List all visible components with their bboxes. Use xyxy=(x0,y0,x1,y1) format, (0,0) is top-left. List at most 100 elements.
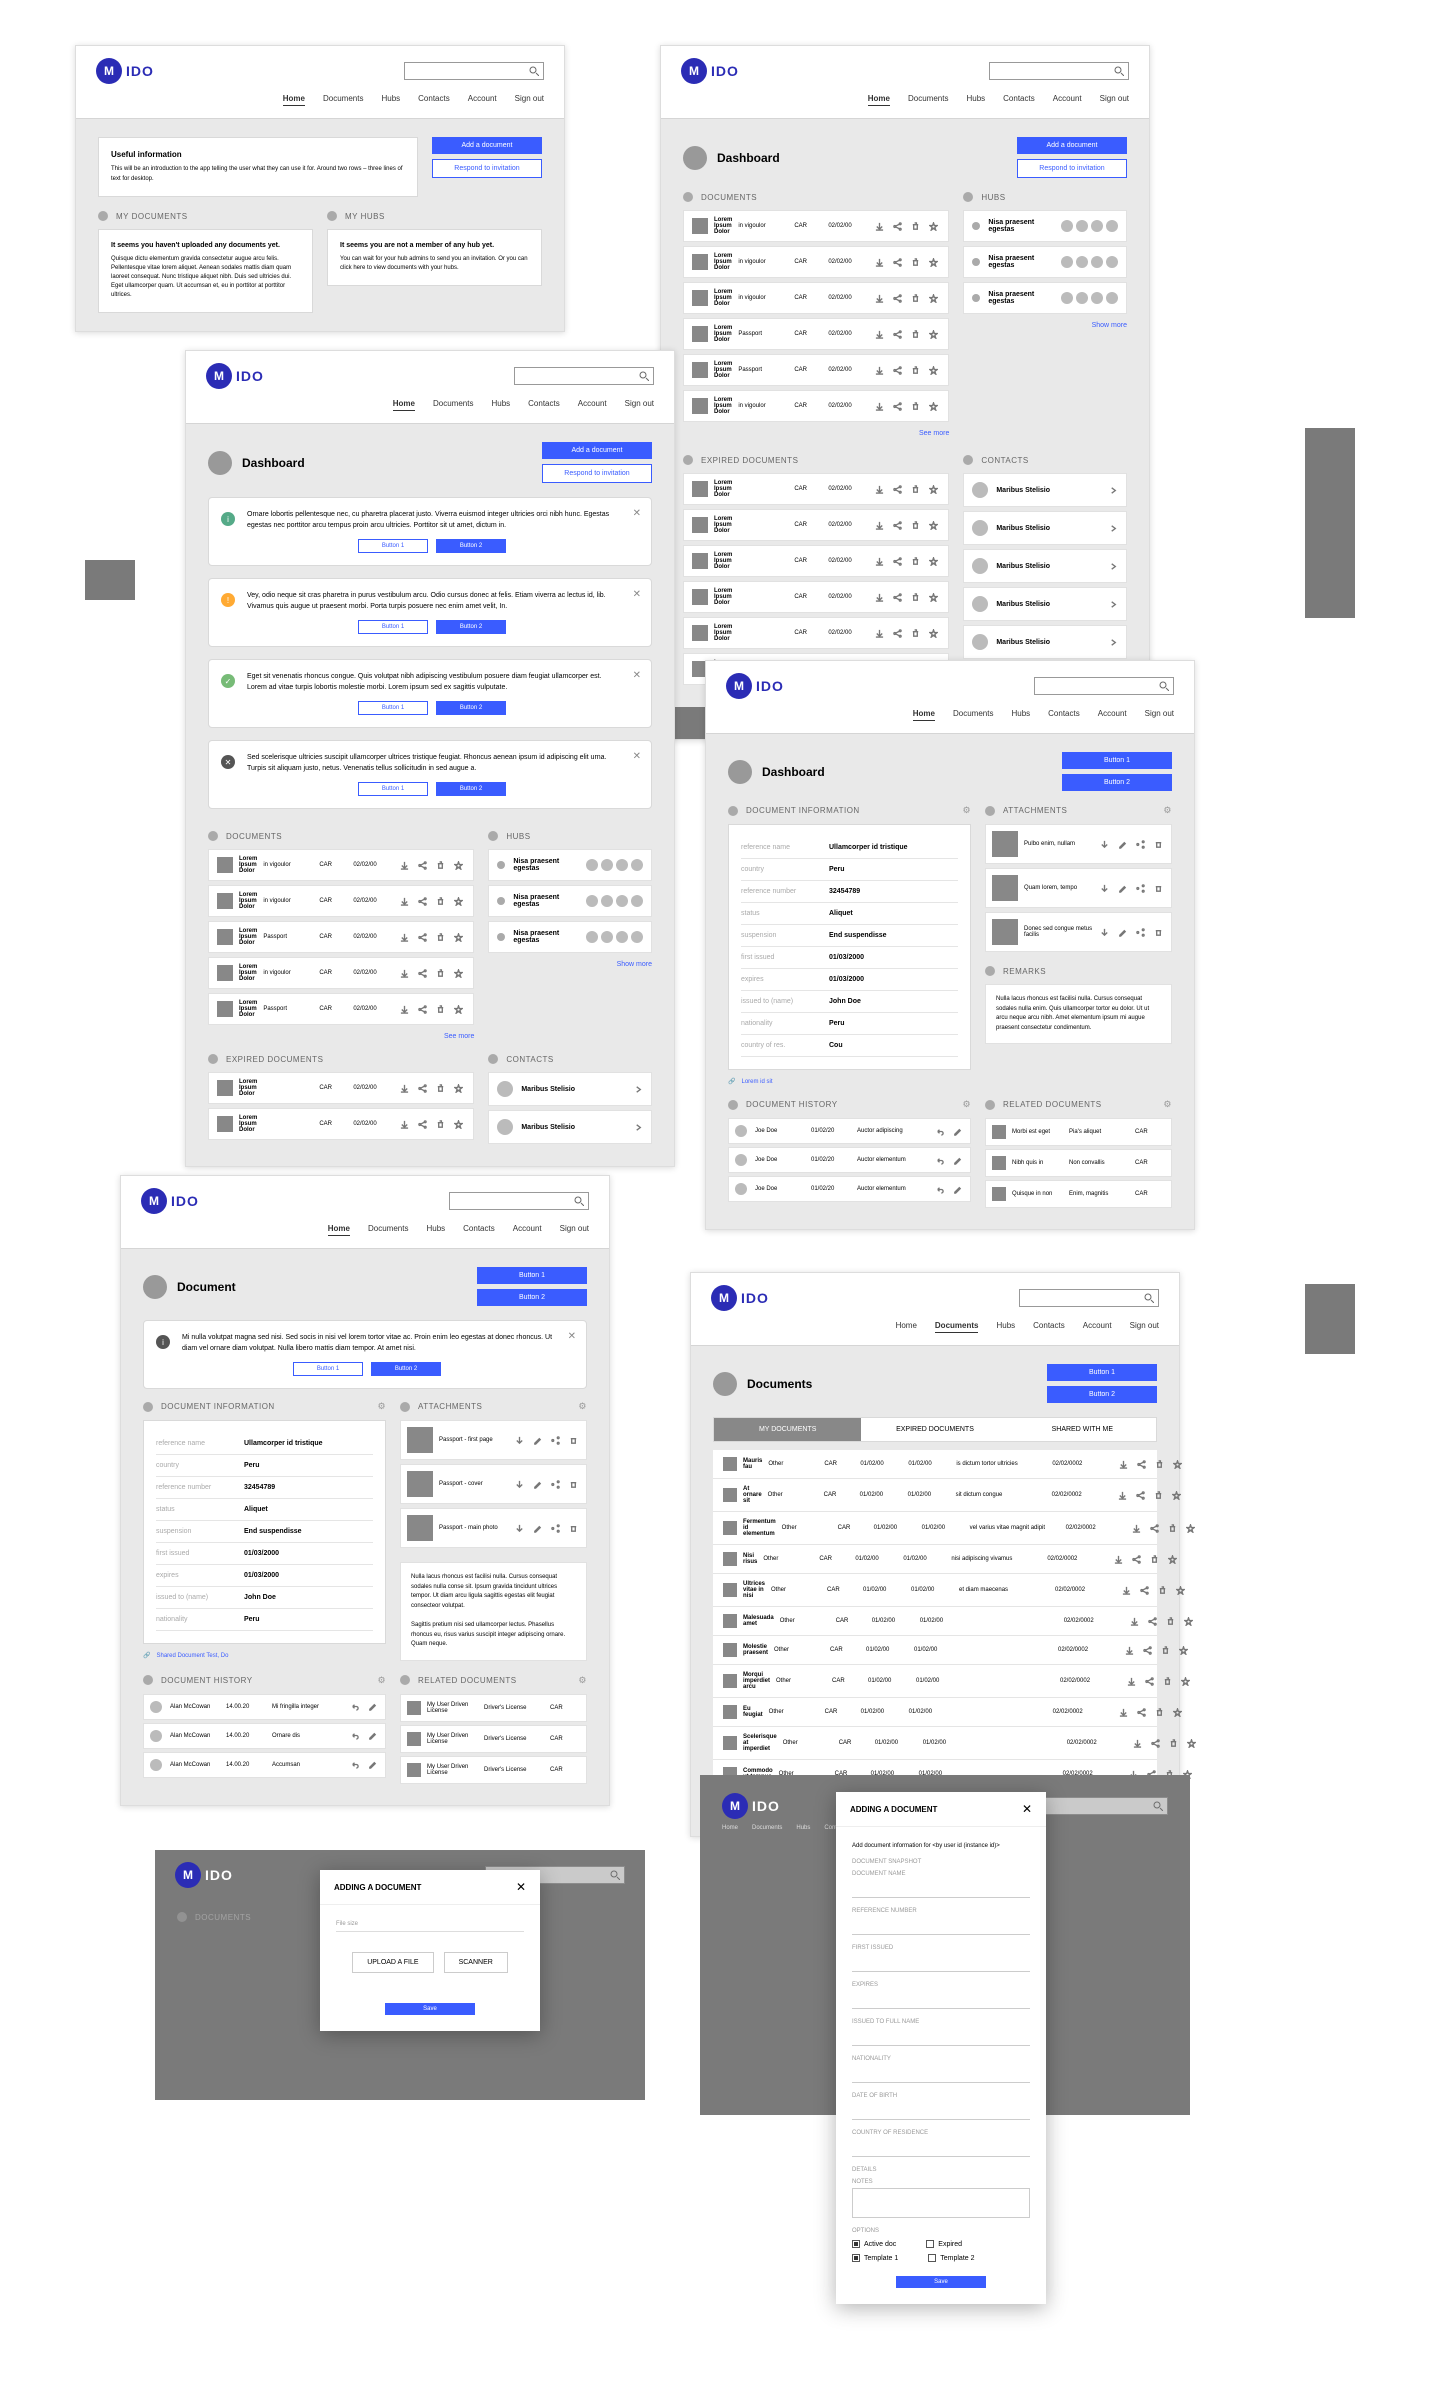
download-icon[interactable] xyxy=(874,556,884,566)
radio-template-1[interactable]: Template 1 xyxy=(852,2254,898,2262)
share-icon[interactable] xyxy=(1144,1676,1154,1686)
button-1[interactable]: Button 1 xyxy=(1062,752,1172,769)
share-icon[interactable] xyxy=(417,1004,427,1014)
nav-account[interactable]: Account xyxy=(513,1224,542,1236)
trash-icon[interactable] xyxy=(568,1435,578,1445)
share-icon[interactable] xyxy=(892,401,902,411)
gear-icon[interactable]: ⚙ xyxy=(962,1099,971,1110)
document-row[interactable]: Lorem Ipsum Dolor Passport CAR 02/02/00 xyxy=(683,354,949,386)
related-row[interactable]: My User Driven License Driver's License … xyxy=(400,1694,587,1722)
undo-icon[interactable] xyxy=(349,1702,359,1712)
text-input[interactable] xyxy=(852,1991,1030,2009)
gear-icon[interactable]: ⚙ xyxy=(1163,805,1172,816)
contact-row[interactable]: Maribus Stelisio xyxy=(488,1072,652,1106)
trash-icon[interactable] xyxy=(1160,1645,1170,1655)
trash-icon[interactable] xyxy=(910,520,920,530)
related-row[interactable]: My User Driven License Driver's License … xyxy=(400,1725,587,1753)
form-field[interactable]: EXPIRES xyxy=(852,1982,1030,2009)
form-field[interactable]: REFERENCE NUMBER xyxy=(852,1908,1030,1935)
trash-icon[interactable] xyxy=(1153,839,1163,849)
edit-icon[interactable] xyxy=(532,1523,542,1533)
undo-icon[interactable] xyxy=(934,1184,944,1194)
star-icon[interactable] xyxy=(1178,1645,1188,1655)
trash-icon[interactable] xyxy=(910,221,920,231)
download-icon[interactable] xyxy=(1113,1554,1123,1564)
document-row[interactable]: Lorem Ipsum Dolor in vigoulor CAR 02/02/… xyxy=(208,885,474,917)
attachment-row[interactable]: Passport - first page xyxy=(400,1420,587,1460)
edit-icon[interactable] xyxy=(367,1702,377,1712)
linked-docs[interactable]: 🔗 Lorem id sit xyxy=(728,1078,971,1085)
share-icon[interactable] xyxy=(550,1479,560,1489)
gear-icon[interactable]: ⚙ xyxy=(377,1401,386,1412)
gear-icon[interactable]: ⚙ xyxy=(1163,1099,1172,1110)
star-icon[interactable] xyxy=(1172,1459,1182,1469)
alert-button-2[interactable]: Button 2 xyxy=(436,539,506,553)
share-icon[interactable] xyxy=(417,1119,427,1129)
hub-row[interactable]: Nisa praesent egestas xyxy=(963,210,1127,242)
edit-icon[interactable] xyxy=(532,1479,542,1489)
alert-button-1[interactable]: Button 1 xyxy=(358,539,428,553)
trash-icon[interactable] xyxy=(1153,927,1163,937)
nav-contacts[interactable]: Contacts xyxy=(463,1224,495,1236)
nav-documents[interactable]: Documents xyxy=(953,709,993,721)
edit-icon[interactable] xyxy=(1117,839,1127,849)
share-icon[interactable] xyxy=(1142,1645,1152,1655)
trash-icon[interactable] xyxy=(910,365,920,375)
related-row[interactable]: Nibh quis in Non convallis CAR xyxy=(985,1149,1172,1177)
trash-icon[interactable] xyxy=(435,1004,445,1014)
add-document-button[interactable]: Add a document xyxy=(1017,137,1127,154)
share-icon[interactable] xyxy=(892,365,902,375)
form-field[interactable]: DATE OF BIRTH xyxy=(852,2093,1030,2120)
download-icon[interactable] xyxy=(399,860,409,870)
search-input[interactable] xyxy=(404,62,544,80)
text-input[interactable] xyxy=(852,2065,1030,2083)
close-icon[interactable]: ✕ xyxy=(633,751,641,762)
undo-icon[interactable] xyxy=(934,1155,944,1165)
respond-invitation-button[interactable]: Respond to invitation xyxy=(542,464,652,483)
star-icon[interactable] xyxy=(928,592,938,602)
share-icon[interactable] xyxy=(1135,927,1145,937)
download-icon[interactable] xyxy=(1118,1490,1128,1500)
save-button[interactable]: Save xyxy=(385,2003,475,2015)
share-icon[interactable] xyxy=(892,556,902,566)
logo[interactable]: M IDO xyxy=(96,58,154,84)
gear-icon[interactable]: ⚙ xyxy=(578,1675,587,1686)
see-more-link[interactable]: See more xyxy=(208,1029,474,1040)
nav-signout[interactable]: Sign out xyxy=(1100,94,1129,106)
star-icon[interactable] xyxy=(928,520,938,530)
document-row[interactable]: Lorem Ipsum Dolor in vigoulor CAR 02/02/… xyxy=(208,957,474,989)
share-icon[interactable] xyxy=(1131,1554,1141,1564)
document-row[interactable]: Lorem Ipsum Dolor CAR 02/02/00 xyxy=(683,617,949,649)
button-1[interactable]: Button 1 xyxy=(477,1267,587,1284)
share-icon[interactable] xyxy=(1135,883,1145,893)
star-icon[interactable] xyxy=(928,556,938,566)
star-icon[interactable] xyxy=(1187,1738,1197,1748)
nav-hubs[interactable]: Hubs xyxy=(1011,709,1030,721)
trash-icon[interactable] xyxy=(1168,1523,1178,1533)
form-field[interactable]: FIRST ISSUED xyxy=(852,1945,1030,1972)
logo[interactable]: MIDO xyxy=(681,58,739,84)
download-icon[interactable] xyxy=(514,1435,524,1445)
document-list-row[interactable]: Ultrices vitae in nisi Other CAR 01/02/0… xyxy=(713,1574,1157,1607)
nav-documents[interactable]: Documents xyxy=(908,94,948,106)
trash-icon[interactable] xyxy=(435,896,445,906)
document-list-row[interactable]: Nisi risus Other CAR 01/02/00 01/02/00 n… xyxy=(713,1545,1157,1574)
trash-icon[interactable] xyxy=(1149,1554,1159,1564)
nav-documents[interactable]: Documents xyxy=(433,399,473,411)
radio-active[interactable]: Active doc xyxy=(852,2240,896,2248)
document-row[interactable]: Lorem Ipsum Dolor CAR 02/02/00 xyxy=(208,1108,474,1140)
form-field[interactable]: COUNTRY OF RESIDENCE xyxy=(852,2130,1030,2157)
trash-icon[interactable] xyxy=(1154,1459,1164,1469)
nav-contacts[interactable]: Contacts xyxy=(1033,1321,1065,1333)
share-icon[interactable] xyxy=(892,329,902,339)
document-list-row[interactable]: Scelerisque at imperdiet Other CAR 01/02… xyxy=(713,1727,1157,1760)
star-icon[interactable] xyxy=(453,1119,463,1129)
gear-icon[interactable]: ⚙ xyxy=(962,805,971,816)
share-icon[interactable] xyxy=(1136,1459,1146,1469)
hub-row[interactable]: Nisa praesent egestas xyxy=(488,849,652,881)
star-icon[interactable] xyxy=(1167,1554,1177,1564)
attachment-row[interactable]: Donec sed congue metus facilis xyxy=(985,912,1172,952)
star-icon[interactable] xyxy=(453,1004,463,1014)
alert-button-1[interactable]: Button 1 xyxy=(358,782,428,796)
download-icon[interactable] xyxy=(1119,1707,1129,1717)
